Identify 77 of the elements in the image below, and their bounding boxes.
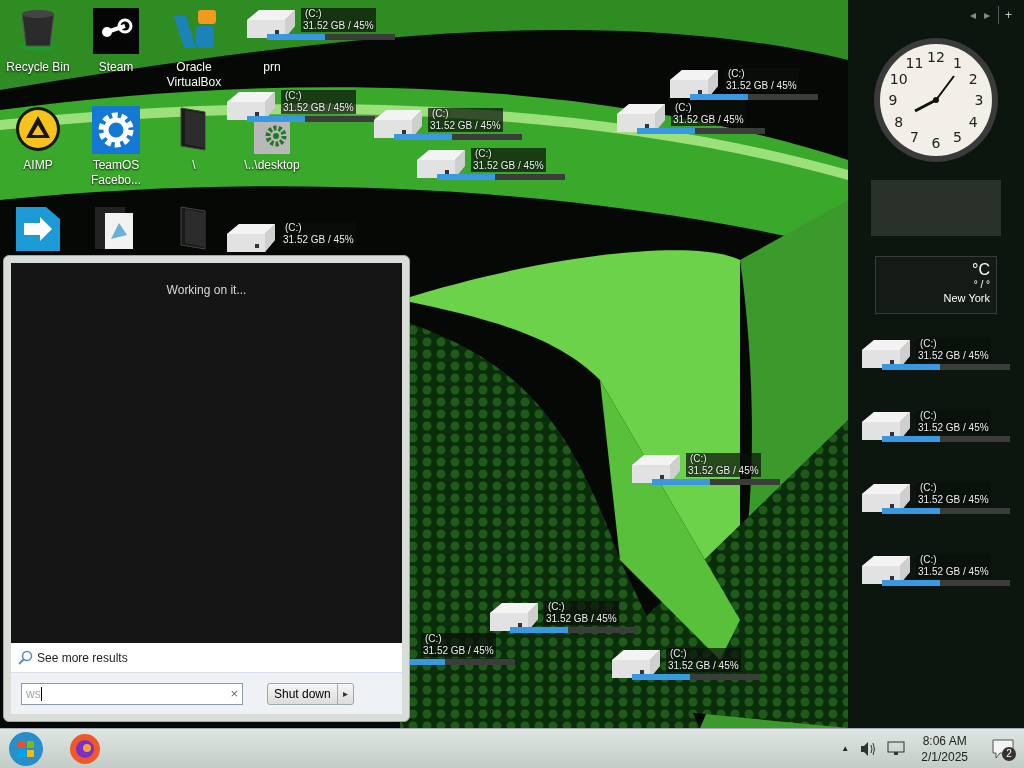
city-name: New York (943, 291, 990, 305)
speaker-icon[interactable] (859, 740, 878, 757)
clock-numeral: 8 (894, 113, 904, 130)
drive-label: (C:) (431, 108, 450, 120)
clock-numeral: 6 (931, 135, 941, 151)
drive-usage: 31.52 GB / 45% (673, 114, 744, 126)
desktop-icon-label[interactable]: Oracle VirtualBox (156, 60, 232, 90)
drive-usage: 31.52 GB / 45% (918, 494, 989, 506)
clock-numeral: 2 (968, 70, 978, 87)
drive-label: (C:) (284, 90, 303, 102)
start-orb-icon[interactable] (8, 730, 44, 767)
clock-numeral: 5 (953, 129, 962, 146)
search-field[interactable]: ws × (21, 682, 243, 705)
clock-numeral: 1 (953, 54, 962, 71)
drive-label: (C:) (474, 148, 493, 160)
desktop-icon-label[interactable]: prn (263, 60, 281, 75)
trash-can-icon (18, 8, 58, 52)
clock-numeral: 3 (974, 92, 984, 108)
desktop-icon-label[interactable]: Recycle Bin (6, 60, 70, 75)
see-more-results-link[interactable]: See more results (37, 648, 128, 667)
clock-numeral: 9 (888, 92, 898, 108)
browser-icon[interactable] (69, 732, 101, 765)
drive-usage: 31.52 GB / 45% (283, 234, 354, 246)
drive-usage: 31.52 GB / 45% (546, 613, 617, 625)
drive-usage: 31.52 GB / 45% (303, 20, 374, 32)
drive-usage: 31.52 GB / 45% (726, 80, 797, 92)
clock-time[interactable]: 8:06 AM (922, 732, 967, 749)
drive-label: (C:) (727, 68, 746, 80)
drive-usage: 31.52 GB / 45% (918, 422, 989, 434)
drive-label: (C:) (689, 453, 708, 465)
desktop-icon-label[interactable]: Steam (98, 60, 134, 75)
settings-file-icon (252, 120, 292, 154)
drive-label: (C:) (919, 410, 938, 422)
drive-usage: 31.52 GB / 45% (473, 160, 544, 172)
clear-button[interactable]: × (230, 683, 238, 704)
sidebar-control[interactable]: ◂ (970, 6, 976, 24)
drive-label: (C:) (284, 222, 303, 234)
search-icon (17, 649, 33, 666)
search-text: ws (26, 686, 41, 701)
shut-down-button[interactable]: Shut down (268, 683, 338, 704)
network-icon[interactable] (887, 740, 906, 757)
folder-icon (179, 205, 209, 251)
sidebar-control[interactable]: ▸ (984, 6, 990, 24)
hard-drive-icon (225, 222, 277, 254)
clock-hands (914, 75, 955, 113)
clock-numeral: 10 (889, 70, 908, 87)
status-text: Working on it... (166, 282, 247, 299)
drive-usage: 31.52 GB / 45% (918, 566, 989, 578)
arrow-icon (16, 205, 60, 251)
drive-usage: 31.52 GB / 45% (688, 465, 759, 477)
sidebar-control[interactable]: + (998, 6, 1012, 24)
clock-numeral: 11 (905, 54, 924, 71)
drive-usage: 31.52 GB / 45% (430, 120, 501, 132)
temperature-unit: °C (972, 261, 990, 279)
drive-label: (C:) (669, 648, 688, 660)
drive-usage: 31.52 GB / 45% (283, 102, 354, 114)
drive-label: (C:) (424, 633, 443, 645)
triangle-logo-icon (15, 106, 61, 152)
drive-usage: 31.52 GB / 45% (668, 660, 739, 672)
drive-usage: 31.52 GB / 45% (423, 645, 494, 657)
steam-icon (93, 8, 139, 54)
show-hidden-icons-button[interactable]: ▲ (841, 742, 850, 755)
clock-numeral: 12 (927, 49, 945, 65)
clock-numeral: 4 (968, 113, 978, 130)
drive-label: (C:) (919, 482, 938, 494)
clock-numeral: 7 (910, 129, 919, 146)
drive-label: (C:) (547, 601, 566, 613)
clock-date[interactable]: 2/1/2025 (921, 748, 968, 765)
drive-label: (C:) (304, 8, 323, 20)
drive-label: (C:) (919, 554, 938, 566)
drive-usage: 31.52 GB / 45% (918, 350, 989, 362)
settings-icon (92, 106, 140, 154)
temperature-range: ° / ° (973, 279, 990, 291)
drive-label: (C:) (919, 338, 938, 350)
shut-down-options-button[interactable]: ▸ (337, 683, 353, 704)
drive-label: (C:) (674, 102, 693, 114)
folder-icon (179, 106, 209, 152)
